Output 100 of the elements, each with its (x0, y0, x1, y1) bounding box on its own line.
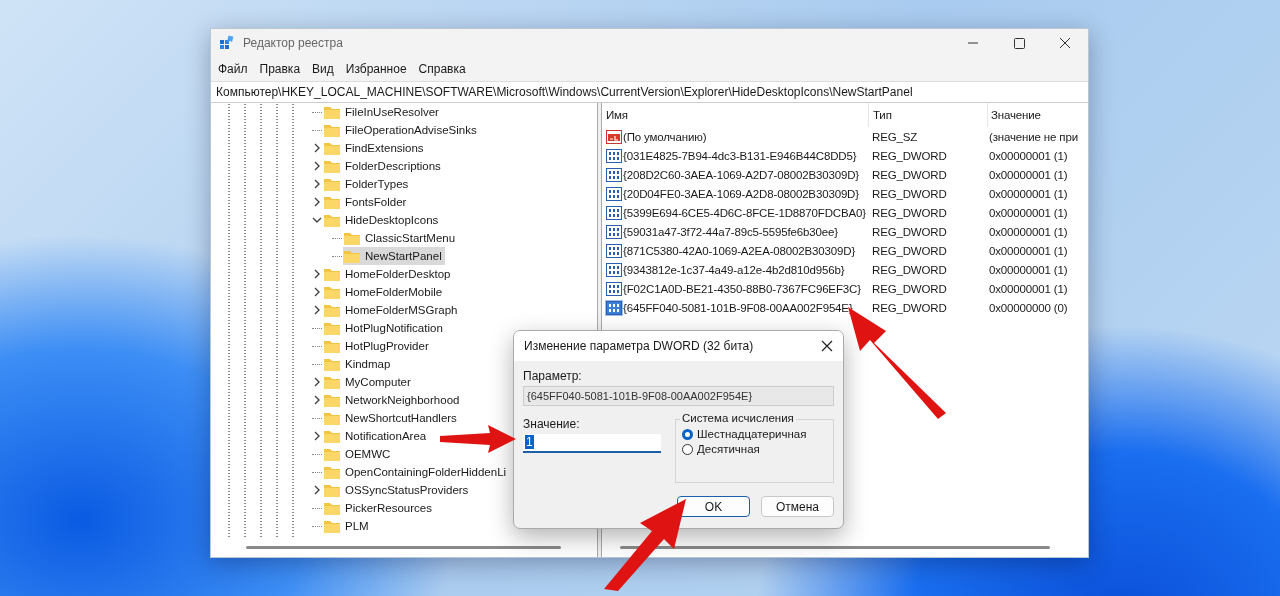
tree-item[interactable]: FindExtensions (323, 139, 427, 157)
value-icon[interactable] (606, 205, 622, 220)
folder-icon (323, 464, 341, 480)
folder-icon (323, 212, 341, 228)
folder-icon (323, 140, 341, 156)
value-icon[interactable] (606, 167, 622, 182)
value-type: REG_DWORD (871, 263, 948, 276)
folder-icon (343, 230, 361, 246)
tree-item[interactable]: HomeFolderDesktop (323, 265, 454, 283)
menu-item[interactable]: Правка (255, 62, 305, 76)
tree-item[interactable]: HotPlugProvider (323, 337, 432, 355)
dialog-button[interactable]: OK (677, 496, 750, 517)
value-data: 0x00000001 (1) (988, 206, 1069, 219)
chevron-right-icon[interactable] (314, 287, 320, 297)
column-header[interactable]: Имя (602, 103, 869, 127)
chevron-right-icon[interactable] (314, 431, 320, 441)
value-icon[interactable] (606, 186, 622, 201)
menu-item[interactable]: Вид (308, 62, 338, 76)
chevron-right-icon[interactable] (314, 377, 320, 387)
address-bar[interactable]: Компьютер\HKEY_LOCAL_MACHINE\SOFTWARE\Microsoft\Windows\CurrentVersion\Explorer\HideDesktopIcons\NewStartPanel (211, 81, 1088, 103)
registry-icon (219, 35, 235, 51)
value-name: {871C5380-42A0-1069-A2EA-08002B30309D} (623, 244, 856, 257)
folder-icon (323, 374, 341, 390)
chevron-right-icon[interactable] (314, 197, 320, 207)
tree-item[interactable]: HomeFolderMobile (323, 283, 446, 301)
folder-icon (323, 410, 341, 426)
chevron-right-icon[interactable] (314, 485, 320, 495)
close-icon[interactable] (821, 340, 833, 352)
value-type: REG_DWORD (871, 301, 948, 314)
value-icon[interactable] (606, 300, 622, 315)
value-data: 0x00000001 (1) (988, 244, 1069, 257)
folder-icon (323, 338, 341, 354)
tree-item[interactable]: NewShortcutHandlers (323, 409, 460, 427)
scrollbar[interactable] (246, 546, 561, 549)
value-data: 0x00000001 (1) (988, 168, 1069, 181)
tree-item[interactable]: FileInUseResolver (323, 103, 442, 121)
tree-item[interactable]: NetworkNeighborhood (323, 391, 463, 409)
value-type: REG_DWORD (871, 206, 948, 219)
value-type: REG_DWORD (871, 282, 948, 295)
folder-icon (323, 158, 341, 174)
menu-item[interactable]: Файл (214, 62, 252, 76)
tree-item[interactable]: HotPlugNotification (323, 319, 446, 337)
tree-item[interactable]: OSSyncStatusProviders (323, 481, 472, 499)
value-icon[interactable] (606, 129, 622, 144)
value-type: REG_DWORD (871, 149, 948, 162)
parameter-field: {645FF040-5081-101B-9F08-00AA002F954E} (523, 386, 834, 406)
folder-icon (323, 482, 341, 498)
folder-icon (323, 356, 341, 372)
menu-item[interactable]: Избранное (341, 62, 411, 76)
scrollbar[interactable] (620, 546, 1050, 549)
value-name: {5399E694-6CE5-4D6C-8FCE-1D8870FDCBA0} (623, 206, 866, 219)
tree-item[interactable]: MyComputer (323, 373, 414, 391)
tree-item[interactable]: OpenContainingFolderHiddenLi (323, 463, 510, 481)
value-icon[interactable] (606, 148, 622, 163)
tree-item[interactable]: ClassicStartMenu (343, 229, 459, 247)
value-data: 0x00000001 (1) (988, 263, 1069, 276)
folder-icon (323, 518, 341, 534)
value-name: {9343812e-1c37-4a49-a12e-4b2d810d956b} (623, 263, 845, 276)
tree-item[interactable]: PickerResources (323, 499, 435, 517)
folder-icon (323, 428, 341, 444)
value-icon[interactable] (606, 262, 622, 277)
chevron-right-icon[interactable] (314, 179, 320, 189)
value-data: 0x00000001 (1) (988, 149, 1069, 162)
chevron-right-icon[interactable] (314, 143, 320, 153)
menu-item[interactable]: Справка (414, 62, 470, 76)
tree-item[interactable]: FolderDescriptions (323, 157, 444, 175)
dialog-button[interactable]: Отмена (761, 496, 834, 517)
tree-item[interactable]: FontsFolder (323, 193, 410, 211)
value-input[interactable]: 1 (523, 434, 661, 453)
tree-item[interactable]: HomeFolderMSGraph (323, 301, 461, 319)
tree-item[interactable]: Kindmap (323, 355, 394, 373)
chevron-right-icon[interactable] (314, 269, 320, 279)
value-name: {645FF040-5081-101B-9F08-00AA002F954E} (623, 301, 853, 314)
value-data: 0x00000001 (1) (988, 225, 1069, 238)
tree-item[interactable]: FolderTypes (323, 175, 412, 193)
chevron-right-icon[interactable] (314, 395, 320, 405)
dialog-title: Изменение параметра DWORD (32 бита) (524, 339, 754, 353)
value-icon[interactable] (606, 243, 622, 258)
window-title: Редактор реестра (243, 36, 343, 50)
column-header[interactable]: Значение (988, 103, 1088, 127)
chevron-right-icon[interactable] (314, 161, 320, 171)
tree-item[interactable]: HideDesktopIcons (323, 211, 442, 229)
folder-icon (323, 302, 341, 318)
tree-item[interactable]: NewStartPanel (343, 247, 445, 265)
column-header[interactable]: Тип (869, 103, 988, 127)
folder-icon (323, 194, 341, 210)
radio-option[interactable]: Шестнадцатеричная (682, 428, 827, 440)
tree-item[interactable]: NotificationArea (323, 427, 430, 445)
value-icon[interactable] (606, 281, 622, 296)
tree-item[interactable]: FileOperationAdviseSinks (323, 121, 480, 139)
chevron-down-icon[interactable] (312, 217, 322, 223)
radio-option[interactable]: Десятичная (682, 443, 827, 455)
value-type: REG_DWORD (871, 244, 948, 257)
chevron-right-icon[interactable] (314, 305, 320, 315)
tree-item[interactable]: OEMWC (323, 445, 394, 463)
value-icon[interactable] (606, 224, 622, 239)
value-data: (значение не при (988, 130, 1079, 143)
tree-item[interactable]: PLM (323, 517, 372, 535)
folder-icon (323, 104, 341, 120)
value-name: {59031a47-3f72-44a7-89c5-5595fe6b30ee} (623, 225, 838, 238)
